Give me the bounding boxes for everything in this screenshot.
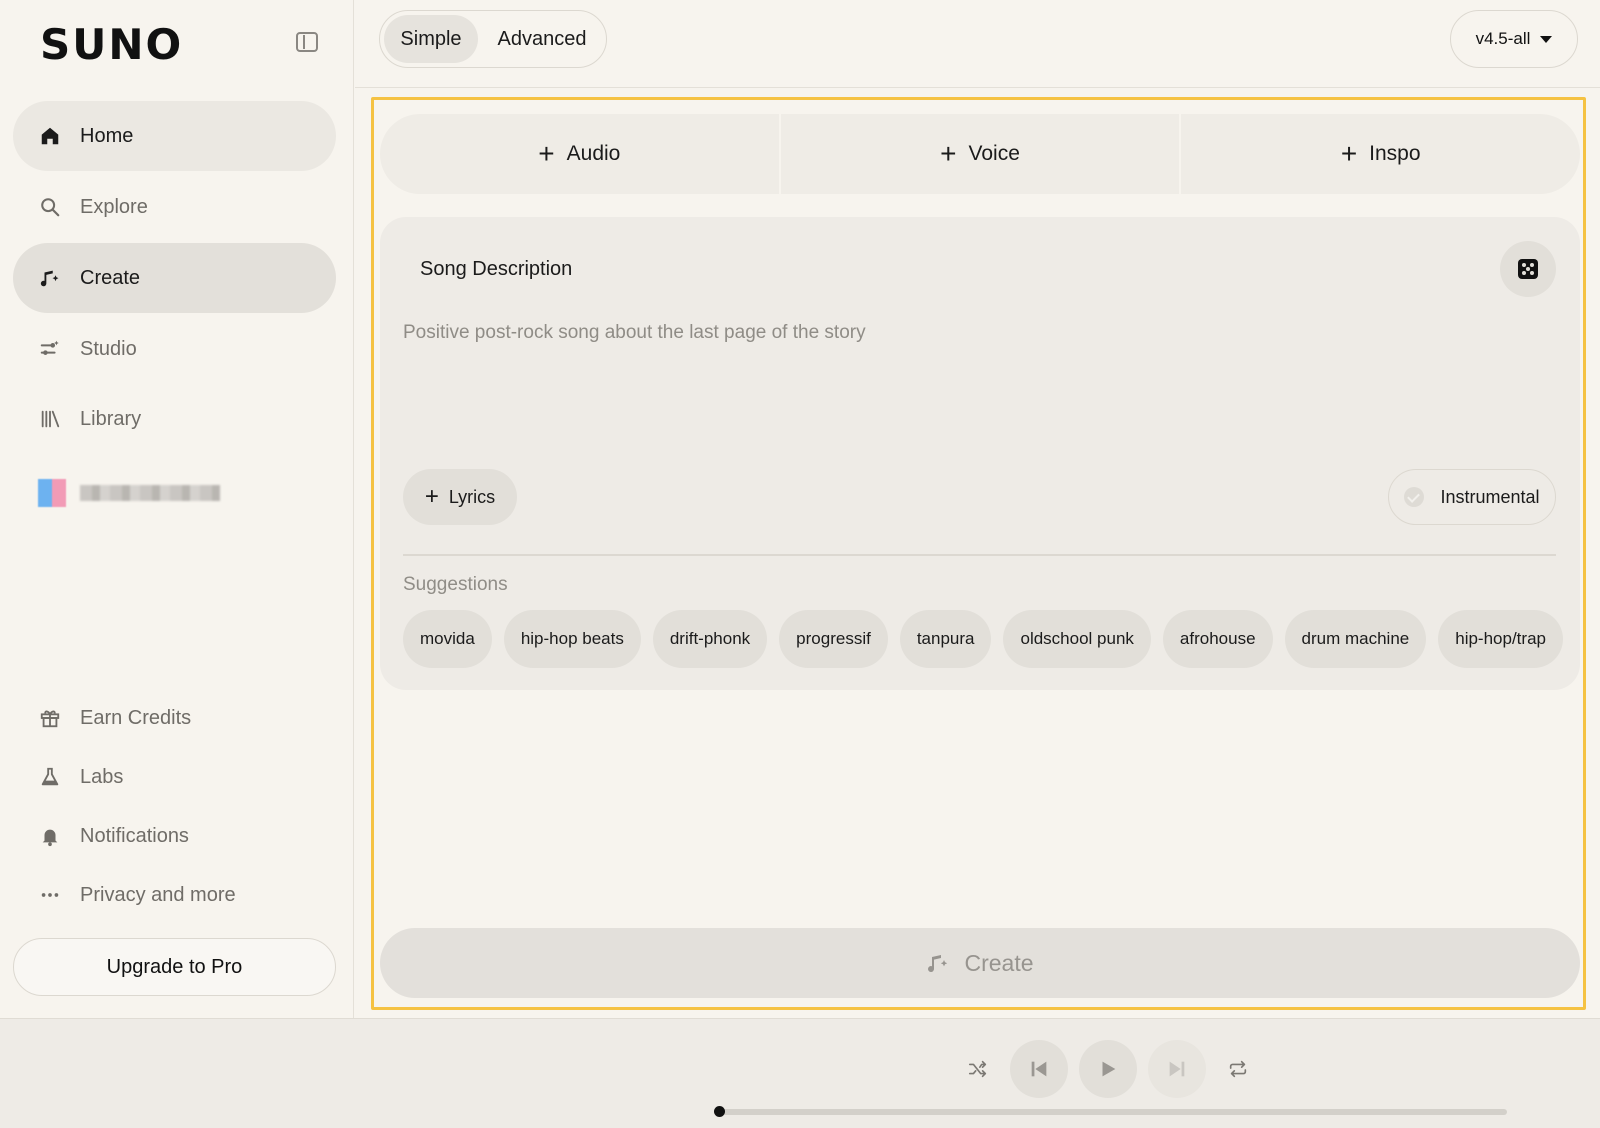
skip-forward-icon: [1169, 1061, 1185, 1077]
suno-logo[interactable]: SUNO: [40, 20, 183, 69]
studio-sliders-icon: [39, 338, 61, 360]
progress-track[interactable]: [720, 1109, 1507, 1115]
user-profile[interactable]: [38, 479, 220, 507]
sidebar-item-label: Studio: [80, 337, 137, 360]
sidebar-item-home[interactable]: Home: [13, 101, 336, 171]
random-prompt-button[interactable]: [1500, 241, 1556, 297]
instrumental-label: Instrumental: [1440, 486, 1540, 507]
home-icon: [39, 125, 61, 147]
play-button[interactable]: [1079, 1040, 1137, 1098]
sidebar-item-notifications[interactable]: Notifications: [13, 808, 336, 864]
suggestion-chip[interactable]: hip-hop/trap: [1438, 610, 1563, 668]
create-label: Create: [964, 949, 1034, 976]
check-circle-icon: [1404, 487, 1425, 507]
search-icon: [39, 196, 61, 218]
sidebar-item-label: Labs: [80, 765, 124, 788]
plus-icon: +: [940, 138, 957, 169]
bell-icon: [39, 825, 61, 847]
plus-icon: +: [1340, 138, 1358, 169]
sidebar-item-privacy[interactable]: Privacy and more: [13, 867, 336, 923]
sidebar-item-labs[interactable]: Labs: [13, 749, 336, 805]
sidebar-item-label: Notifications: [80, 824, 189, 847]
create-panel: + Audio + Voice + Inspo Song Description…: [371, 97, 1586, 1010]
create-button[interactable]: Create: [380, 928, 1580, 998]
player-bar: [0, 1018, 1600, 1128]
music-note-sparkle-icon: [928, 955, 948, 973]
upgrade-button[interactable]: Upgrade to Pro: [13, 938, 336, 996]
username-redacted: [80, 485, 220, 501]
sidebar-item-label: Earn Credits: [80, 706, 192, 729]
caret-down-icon: [1540, 35, 1553, 43]
next-button[interactable]: [1148, 1040, 1206, 1098]
suggestion-chip[interactable]: drum machine: [1284, 610, 1427, 668]
add-audio-button[interactable]: + Audio: [380, 114, 781, 194]
top-bar: Simple Advanced v4.5-all: [355, 0, 1600, 88]
plus-icon: +: [424, 483, 439, 510]
lyrics-label: Lyrics: [448, 486, 496, 507]
skip-back-icon: [1031, 1061, 1047, 1077]
add-sources-row: + Audio + Voice + Inspo: [380, 114, 1580, 194]
flask-icon: [39, 766, 61, 788]
add-voice-button[interactable]: + Voice: [781, 114, 1182, 194]
avatar: [38, 479, 66, 507]
sidebar-item-label: Library: [80, 407, 142, 430]
suggestion-chip[interactable]: tanpura: [899, 610, 992, 668]
music-note-sparkle-icon: [39, 267, 61, 289]
sidebar: SUNO Home Explore Create Studio Library: [0, 0, 354, 1018]
sidebar-toggle-icon[interactable]: [296, 32, 318, 52]
sidebar-item-studio[interactable]: Studio: [13, 314, 336, 384]
mode-advanced-tab[interactable]: Advanced: [482, 15, 602, 63]
song-description-input[interactable]: Positive post-rock song about the last p…: [403, 322, 866, 344]
add-audio-label: Audio: [566, 142, 621, 165]
repeat-button[interactable]: [1226, 1057, 1250, 1081]
suggestion-chip[interactable]: oldschool punk: [1003, 610, 1151, 668]
shuffle-button[interactable]: [966, 1057, 990, 1081]
song-description-card: Song Description Positive post-rock song…: [380, 217, 1580, 690]
song-description-label: Song Description: [420, 258, 573, 280]
sidebar-item-create[interactable]: Create: [13, 243, 336, 313]
previous-button[interactable]: [1010, 1040, 1068, 1098]
mode-toggle: Simple Advanced: [379, 10, 607, 68]
dice-icon: [1518, 259, 1538, 279]
mode-simple-tab[interactable]: Simple: [384, 15, 478, 63]
progress-handle[interactable]: [714, 1106, 725, 1117]
suggestion-chip[interactable]: progressif: [779, 610, 888, 668]
sidebar-item-label: Privacy and more: [80, 883, 236, 906]
add-lyrics-button[interactable]: + Lyrics: [403, 469, 517, 525]
suggestion-chips: movida hip-hop beats drift-phonk progres…: [403, 610, 1580, 668]
repeat-icon: [1229, 1060, 1247, 1078]
more-dots-icon: [39, 884, 61, 906]
add-inspo-label: Inspo: [1369, 142, 1421, 165]
add-inspo-button[interactable]: + Inspo: [1181, 114, 1580, 194]
suggestion-chip[interactable]: hip-hop beats: [503, 610, 641, 668]
model-version-value: v4.5-all: [1475, 29, 1531, 48]
sidebar-item-explore[interactable]: Explore: [13, 172, 336, 242]
instrumental-toggle[interactable]: Instrumental: [1388, 469, 1556, 525]
gift-icon: [39, 707, 61, 729]
plus-icon: +: [538, 138, 555, 169]
suggestion-chip[interactable]: drift-phonk: [652, 610, 768, 668]
sidebar-item-library[interactable]: Library: [13, 384, 336, 454]
sidebar-item-label: Home: [80, 124, 134, 147]
suggestion-chip[interactable]: afrohouse: [1162, 610, 1273, 668]
suggestion-chip[interactable]: movida: [403, 610, 492, 668]
sidebar-item-earn-credits[interactable]: Earn Credits: [13, 690, 336, 746]
add-voice-label: Voice: [968, 142, 1020, 165]
shuffle-icon: [968, 1060, 987, 1078]
divider: [403, 554, 1556, 556]
sidebar-item-label: Create: [80, 266, 141, 289]
library-icon: [39, 408, 61, 430]
suggestions-label: Suggestions: [403, 574, 508, 595]
sidebar-item-label: Explore: [80, 195, 148, 218]
play-icon: [1102, 1061, 1116, 1077]
model-version-select[interactable]: v4.5-all: [1450, 10, 1578, 68]
